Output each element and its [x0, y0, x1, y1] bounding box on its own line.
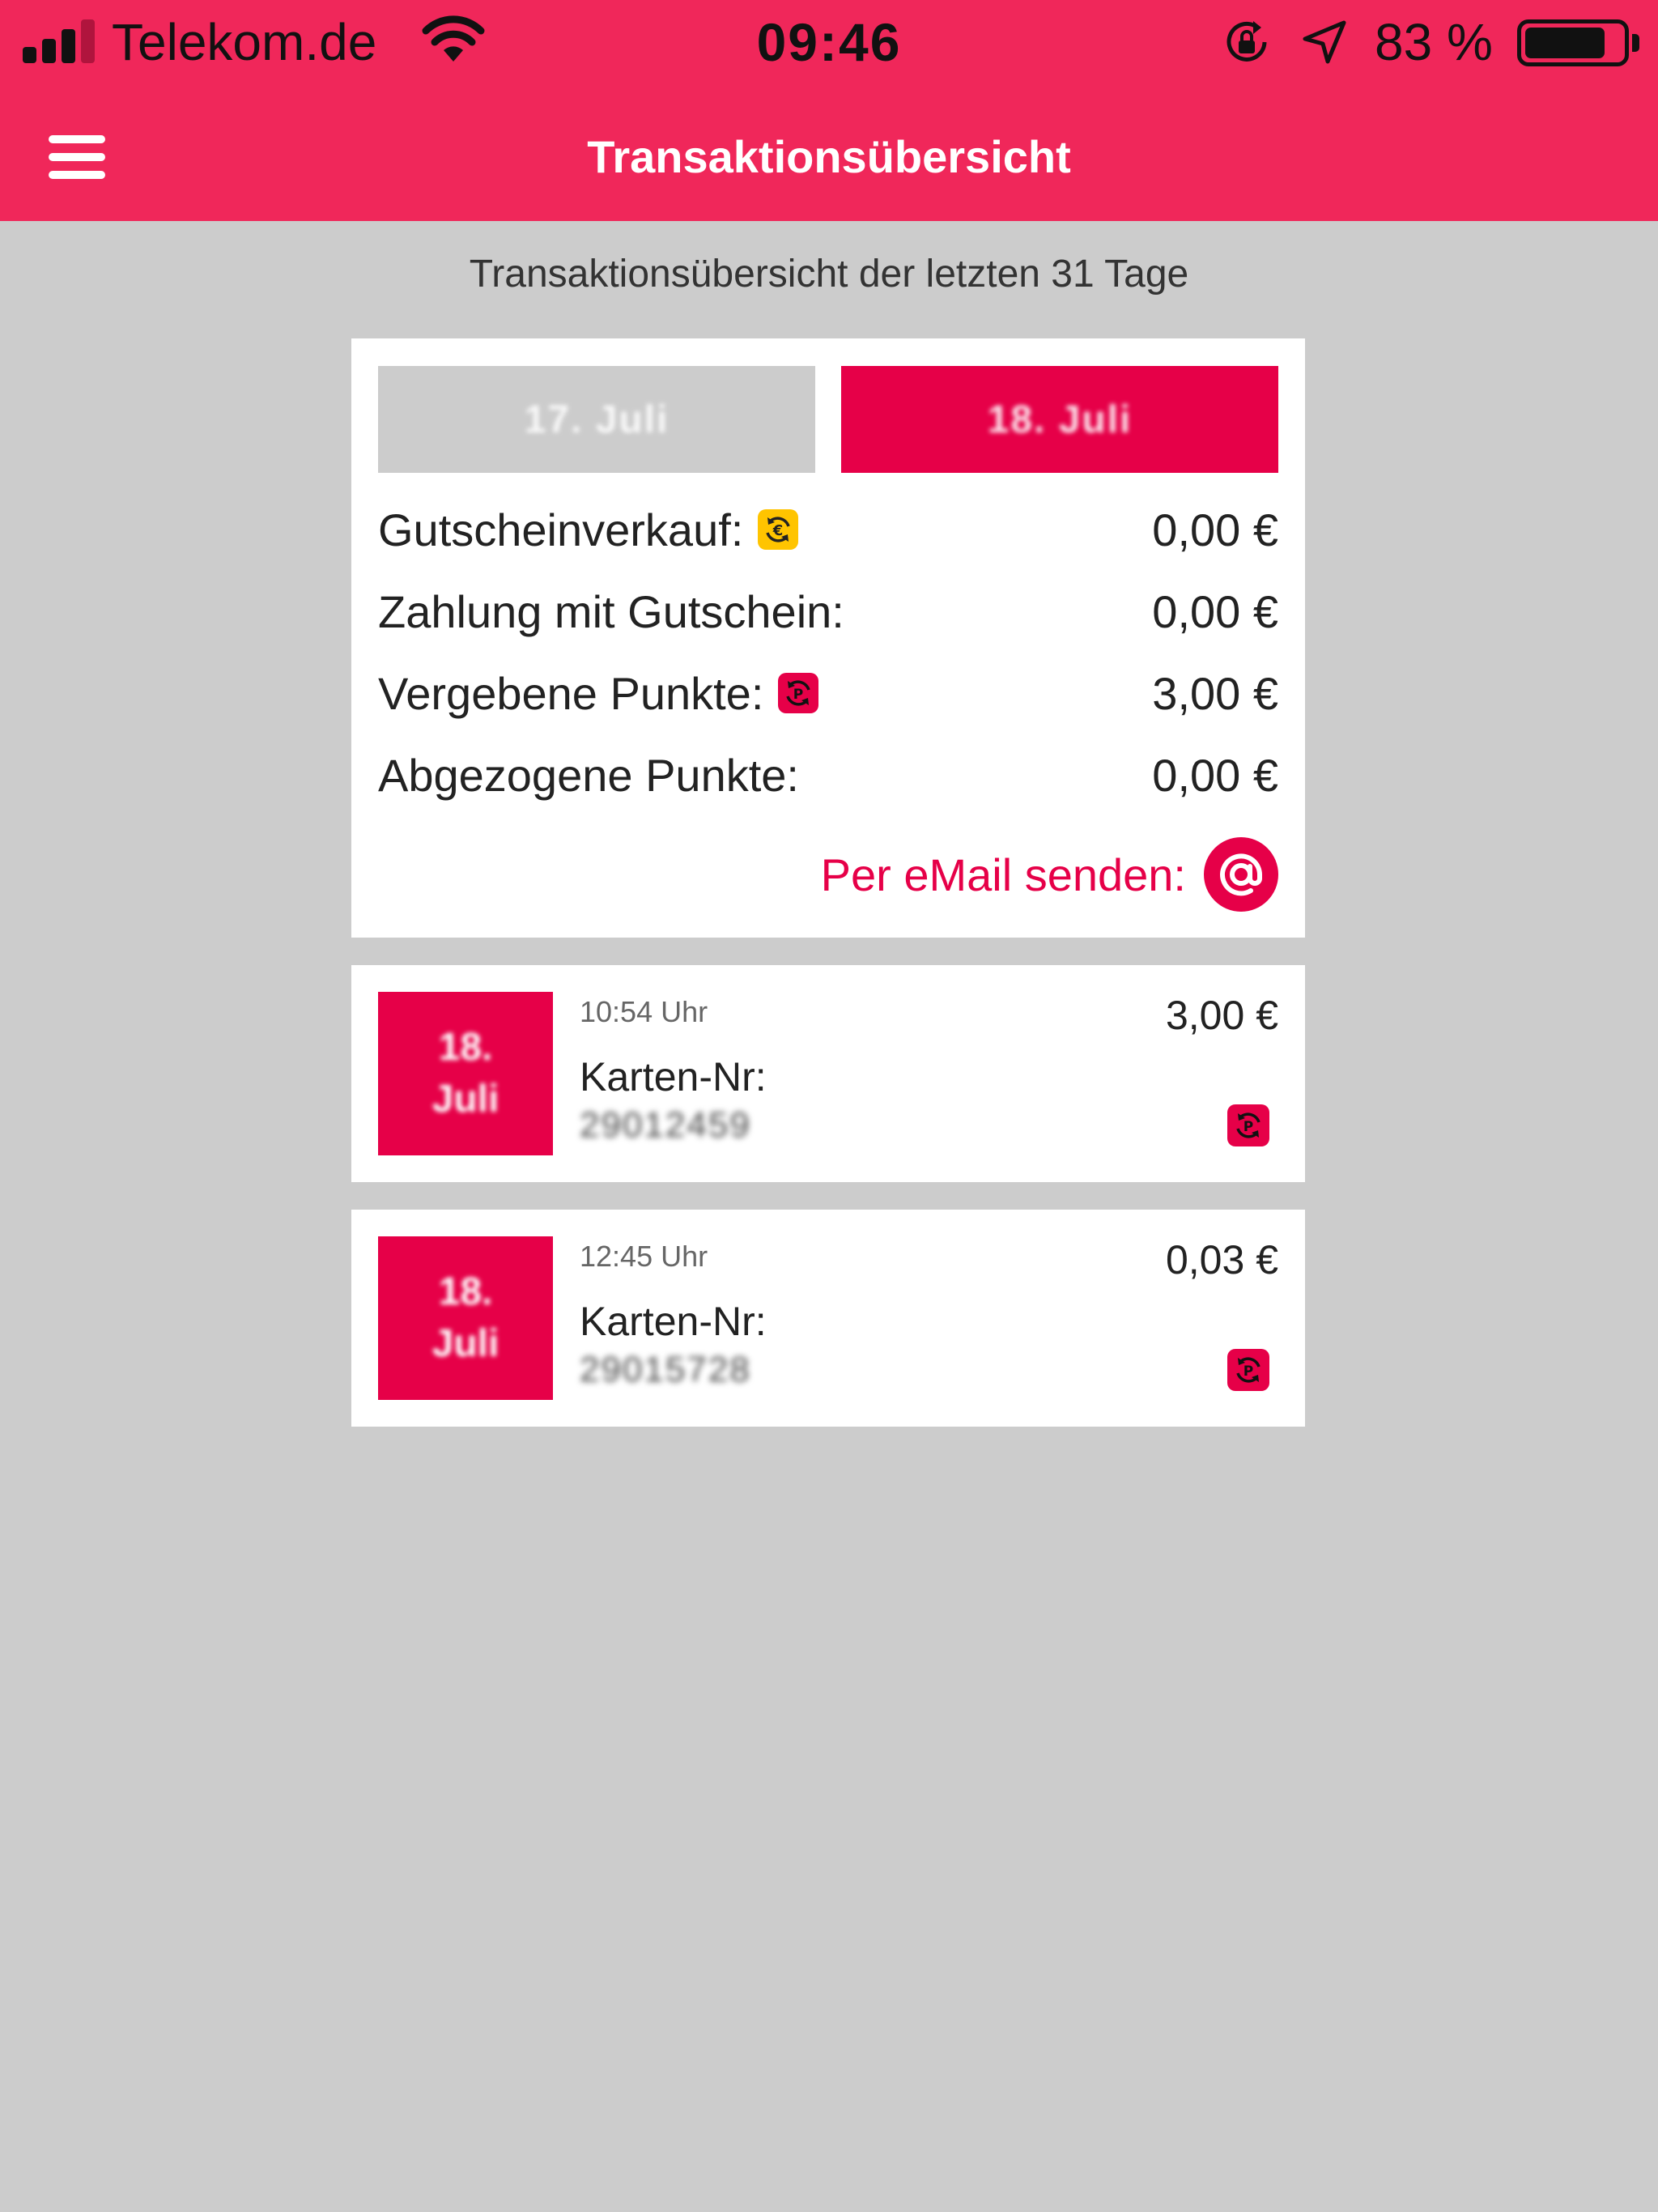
summary-value: 3,00 €	[1152, 667, 1278, 719]
svg-text:P: P	[1244, 1363, 1253, 1380]
nav-bar: Transaktionsübersicht	[0, 85, 1658, 221]
card-number-value: 29015728	[580, 1350, 751, 1389]
summary-value: 0,00 €	[1152, 749, 1278, 801]
rotation-lock-icon	[1226, 21, 1267, 62]
summary-value: 0,00 €	[1152, 504, 1278, 555]
date-tab-label: 18. Juli	[987, 398, 1133, 441]
summary-row-points-deducted: Abgezogene Punkte: 0,00 €	[378, 742, 1278, 807]
euro-exchange-icon: €	[758, 509, 799, 550]
summary-value: 0,00 €	[1152, 585, 1278, 637]
send-email-label: Per eMail senden:	[820, 849, 1186, 900]
battery-icon	[1517, 19, 1629, 66]
transaction-date-thumb: 18. Juli	[378, 992, 553, 1155]
summary-row-points-given: Vergebene Punkte: P 3,00 €	[378, 661, 1278, 725]
svg-text:P: P	[793, 687, 803, 703]
transaction-time: 10:54 Uhr	[580, 995, 708, 1028]
summary-row-voucher-payment: Zahlung mit Gutschein: 0,00 €	[378, 579, 1278, 644]
battery-percentage: 83 %	[1375, 13, 1493, 71]
card-number-label: Karten-Nr:	[580, 1299, 767, 1344]
points-exchange-icon: P	[1227, 1104, 1269, 1146]
status-bar: Telekom.de 09:46 83 %	[0, 0, 1658, 85]
date-tab-previous[interactable]: 17. Juli	[378, 366, 815, 473]
summary-label: Zahlung mit Gutschein:	[378, 585, 844, 637]
points-exchange-icon: P	[1227, 1349, 1269, 1391]
battery-nub	[1632, 34, 1639, 52]
send-email-button[interactable]: Per eMail senden:	[821, 837, 1278, 912]
transaction-date-thumb: 18. Juli	[378, 1236, 553, 1400]
thumb-day: 18.	[438, 1270, 493, 1313]
svg-text:€: €	[772, 522, 784, 539]
date-tab-label: 17. Juli	[524, 398, 670, 441]
thumb-month: Juli	[432, 1078, 500, 1121]
battery-level-fill	[1525, 28, 1605, 58]
period-subtitle: Transaktionsübersicht der letzten 31 Tag…	[469, 253, 1189, 296]
thumb-month: Juli	[432, 1322, 500, 1365]
svg-text:P: P	[1244, 1119, 1253, 1135]
transaction-amount: 0,03 €	[1165, 1237, 1278, 1283]
card-number-value: 29012459	[580, 1105, 751, 1145]
date-tab-selected[interactable]: 18. Juli	[841, 366, 1278, 473]
thumb-day: 18.	[438, 1026, 493, 1069]
transaction-amount: 3,00 €	[1165, 993, 1278, 1038]
transaction-card[interactable]: 18. Juli 12:45 Uhr Karten-Nr: 29015728 0…	[351, 1210, 1305, 1427]
summary-label: Vergebene Punkte:	[378, 667, 764, 719]
card-number-label: Karten-Nr:	[580, 1054, 767, 1100]
summary-label: Abgezogene Punkte:	[378, 749, 799, 801]
transaction-time: 12:45 Uhr	[580, 1240, 708, 1273]
transaction-card[interactable]: 18. Juli 10:54 Uhr Karten-Nr: 29012459 3…	[351, 965, 1305, 1182]
summary-label: Gutscheinverkauf:	[378, 504, 744, 555]
summary-card: 17. Juli 18. Juli Gutscheinverkauf: € 0,…	[351, 338, 1305, 938]
summary-row-voucher-sale: Gutscheinverkauf: € 0,00 €	[378, 497, 1278, 562]
location-arrow-icon	[1303, 20, 1346, 64]
at-sign-icon[interactable]	[1204, 837, 1278, 912]
points-exchange-icon: P	[778, 673, 819, 713]
page-title: Transaktionsübersicht	[587, 131, 1071, 182]
